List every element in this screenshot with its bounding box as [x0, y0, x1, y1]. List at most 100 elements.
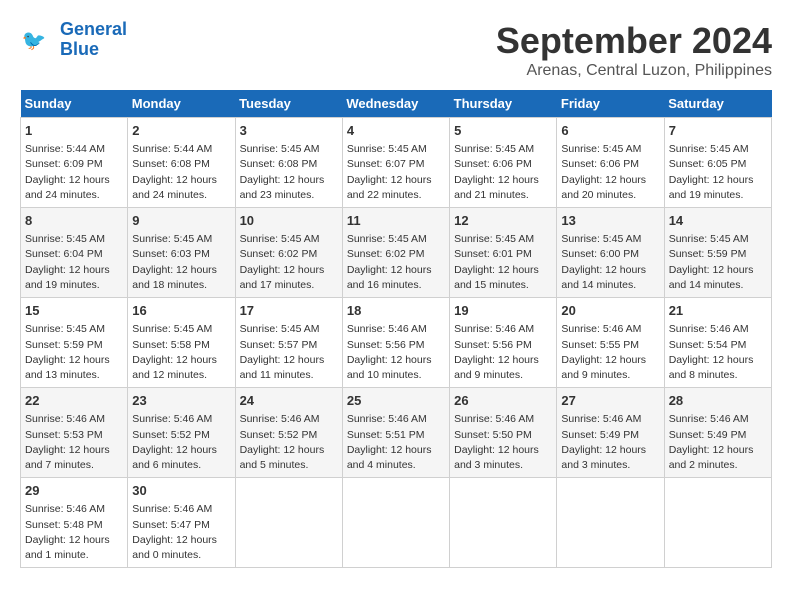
day-number: 28: [669, 392, 767, 410]
day-info: Sunrise: 5:44 AM Sunset: 6:08 PM Dayligh…: [132, 142, 230, 203]
day-number: 1: [25, 122, 123, 140]
day-info: Sunrise: 5:46 AM Sunset: 5:55 PM Dayligh…: [561, 322, 659, 383]
calendar-empty-cell: [450, 478, 557, 568]
day-number: 23: [132, 392, 230, 410]
day-number: 16: [132, 302, 230, 320]
weekday-tuesday: Tuesday: [235, 90, 342, 118]
calendar-empty-cell: [235, 478, 342, 568]
calendar-day-10: 10 Sunrise: 5:45 AM Sunset: 6:02 PM Dayli…: [235, 208, 342, 298]
weekday-header-row: SundayMondayTuesdayWednesdayThursdayFrid…: [21, 90, 772, 118]
calendar-day-5: 5 Sunrise: 5:45 AM Sunset: 6:06 PM Daylig…: [450, 118, 557, 208]
day-info: Sunrise: 5:45 AM Sunset: 5:58 PM Dayligh…: [132, 322, 230, 383]
calendar-day-9: 9 Sunrise: 5:45 AM Sunset: 6:03 PM Daylig…: [128, 208, 235, 298]
calendar-day-15: 15 Sunrise: 5:45 AM Sunset: 5:59 PM Dayli…: [21, 298, 128, 388]
calendar-day-25: 25 Sunrise: 5:46 AM Sunset: 5:51 PM Dayli…: [342, 388, 449, 478]
day-info: Sunrise: 5:45 AM Sunset: 5:59 PM Dayligh…: [669, 232, 767, 293]
day-info: Sunrise: 5:46 AM Sunset: 5:53 PM Dayligh…: [25, 412, 123, 473]
calendar-day-13: 13Sunrise: 5:45 AM Sunset: 6:00 PM Dayli…: [557, 208, 664, 298]
calendar-day-17: 17 Sunrise: 5:45 AM Sunset: 5:57 PM Dayli…: [235, 298, 342, 388]
day-number: 2: [132, 122, 230, 140]
day-number: 10: [240, 212, 338, 230]
day-number: 24: [240, 392, 338, 410]
day-info: Sunrise: 5:44 AM Sunset: 6:09 PM Dayligh…: [25, 142, 123, 203]
day-number: 21: [669, 302, 767, 320]
calendar-day-7: 7 Sunrise: 5:45 AM Sunset: 6:05 PM Daylig…: [664, 118, 771, 208]
day-info: Sunrise: 5:46 AM Sunset: 5:54 PM Dayligh…: [669, 322, 767, 383]
calendar-week-row: 29 Sunrise: 5:46 AM Sunset: 5:48 PM Dayli…: [21, 478, 772, 568]
day-number: 3: [240, 122, 338, 140]
day-info: Sunrise: 5:46 AM Sunset: 5:56 PM Dayligh…: [454, 322, 552, 383]
location: Arenas, Central Luzon, Philippines: [496, 62, 772, 80]
calendar-day-18: 18 Sunrise: 5:46 AM Sunset: 5:56 PM Dayli…: [342, 298, 449, 388]
calendar-empty-cell: [664, 478, 771, 568]
day-number: 14: [669, 212, 767, 230]
calendar-day-16: 16 Sunrise: 5:45 AM Sunset: 5:58 PM Dayli…: [128, 298, 235, 388]
logo-icon: 🐦: [20, 22, 56, 58]
day-number: 29: [25, 482, 123, 500]
day-info: Sunrise: 5:45 AM Sunset: 6:04 PM Dayligh…: [25, 232, 123, 293]
day-number: 19: [454, 302, 552, 320]
calendar-day-6: 6Sunrise: 5:45 AM Sunset: 6:06 PM Daylig…: [557, 118, 664, 208]
day-number: 11: [347, 212, 445, 230]
calendar-week-row: 8Sunrise: 5:45 AM Sunset: 6:04 PM Daylig…: [21, 208, 772, 298]
day-info: Sunrise: 5:46 AM Sunset: 5:48 PM Dayligh…: [25, 502, 123, 563]
day-info: Sunrise: 5:45 AM Sunset: 6:05 PM Dayligh…: [669, 142, 767, 203]
calendar-day-28: 28Sunrise: 5:46 AM Sunset: 5:49 PM Dayli…: [664, 388, 771, 478]
day-number: 30: [132, 482, 230, 500]
day-number: 22: [25, 392, 123, 410]
calendar-empty-cell: [342, 478, 449, 568]
calendar-day-4: 4Sunrise: 5:45 AM Sunset: 6:07 PM Daylig…: [342, 118, 449, 208]
weekday-wednesday: Wednesday: [342, 90, 449, 118]
day-number: 4: [347, 122, 445, 140]
calendar-day-2: 2 Sunrise: 5:44 AM Sunset: 6:08 PM Daylig…: [128, 118, 235, 208]
calendar-day-20: 20 Sunrise: 5:46 AM Sunset: 5:55 PM Dayli…: [557, 298, 664, 388]
calendar-day-12: 12 Sunrise: 5:45 AM Sunset: 6:01 PM Dayli…: [450, 208, 557, 298]
calendar-empty-cell: [557, 478, 664, 568]
calendar-day-30: 30Sunrise: 5:46 AM Sunset: 5:47 PM Dayli…: [128, 478, 235, 568]
day-number: 18: [347, 302, 445, 320]
day-number: 5: [454, 122, 552, 140]
day-number: 17: [240, 302, 338, 320]
title-area: September 2024 Arenas, Central Luzon, Ph…: [496, 20, 772, 80]
calendar-day-1: 1 Sunrise: 5:44 AM Sunset: 6:09 PM Daylig…: [21, 118, 128, 208]
calendar-day-29: 29 Sunrise: 5:46 AM Sunset: 5:48 PM Dayli…: [21, 478, 128, 568]
day-number: 7: [669, 122, 767, 140]
day-info: Sunrise: 5:45 AM Sunset: 5:59 PM Dayligh…: [25, 322, 123, 383]
day-info: Sunrise: 5:46 AM Sunset: 5:56 PM Dayligh…: [347, 322, 445, 383]
day-info: Sunrise: 5:45 AM Sunset: 6:01 PM Dayligh…: [454, 232, 552, 293]
day-number: 13: [561, 212, 659, 230]
day-info: Sunrise: 5:45 AM Sunset: 6:08 PM Dayligh…: [240, 142, 338, 203]
logo-text: General Blue: [60, 20, 127, 60]
day-number: 15: [25, 302, 123, 320]
calendar-week-row: 22 Sunrise: 5:46 AM Sunset: 5:53 PM Dayli…: [21, 388, 772, 478]
day-number: 9: [132, 212, 230, 230]
calendar-week-row: 15 Sunrise: 5:45 AM Sunset: 5:59 PM Dayli…: [21, 298, 772, 388]
day-number: 27: [561, 392, 659, 410]
calendar-day-19: 19 Sunrise: 5:46 AM Sunset: 5:56 PM Dayli…: [450, 298, 557, 388]
header: 🐦 General Blue September 2024 Arenas, Ce…: [20, 20, 772, 80]
day-info: Sunrise: 5:46 AM Sunset: 5:51 PM Dayligh…: [347, 412, 445, 473]
weekday-monday: Monday: [128, 90, 235, 118]
weekday-saturday: Saturday: [664, 90, 771, 118]
calendar-day-23: 23Sunrise: 5:46 AM Sunset: 5:52 PM Dayli…: [128, 388, 235, 478]
day-number: 6: [561, 122, 659, 140]
day-number: 12: [454, 212, 552, 230]
calendar-day-24: 24 Sunrise: 5:46 AM Sunset: 5:52 PM Dayli…: [235, 388, 342, 478]
calendar-table: SundayMondayTuesdayWednesdayThursdayFrid…: [20, 90, 772, 568]
logo: 🐦 General Blue: [20, 20, 127, 60]
day-info: Sunrise: 5:46 AM Sunset: 5:52 PM Dayligh…: [240, 412, 338, 473]
calendar-day-21: 21 Sunrise: 5:46 AM Sunset: 5:54 PM Dayli…: [664, 298, 771, 388]
day-info: Sunrise: 5:45 AM Sunset: 6:03 PM Dayligh…: [132, 232, 230, 293]
weekday-thursday: Thursday: [450, 90, 557, 118]
day-number: 25: [347, 392, 445, 410]
calendar-day-27: 27 Sunrise: 5:46 AM Sunset: 5:49 PM Dayli…: [557, 388, 664, 478]
weekday-friday: Friday: [557, 90, 664, 118]
calendar-day-11: 11 Sunrise: 5:45 AM Sunset: 6:02 PM Dayli…: [342, 208, 449, 298]
day-info: Sunrise: 5:45 AM Sunset: 5:57 PM Dayligh…: [240, 322, 338, 383]
day-info: Sunrise: 5:46 AM Sunset: 5:49 PM Dayligh…: [561, 412, 659, 473]
day-info: Sunrise: 5:45 AM Sunset: 6:02 PM Dayligh…: [240, 232, 338, 293]
day-info: Sunrise: 5:45 AM Sunset: 6:02 PM Dayligh…: [347, 232, 445, 293]
day-info: Sunrise: 5:45 AM Sunset: 6:06 PM Dayligh…: [454, 142, 552, 203]
calendar-day-3: 3 Sunrise: 5:45 AM Sunset: 6:08 PM Daylig…: [235, 118, 342, 208]
day-number: 20: [561, 302, 659, 320]
